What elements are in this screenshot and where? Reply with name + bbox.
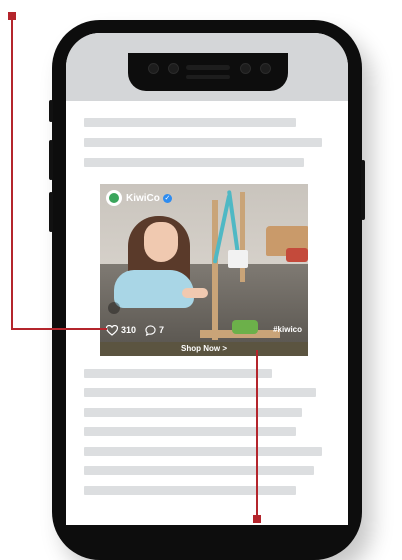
like-count: 310 [121, 325, 137, 335]
leaf-icon [109, 193, 119, 203]
placeholder-line [84, 486, 296, 495]
placeholder-line [84, 408, 302, 417]
comment-bubble-badge-icon [108, 302, 120, 314]
face-id-sensor [240, 63, 251, 74]
kiwico-logo-icon [106, 190, 122, 206]
placeholder-line [84, 447, 322, 456]
placeholder-line [84, 118, 296, 127]
verified-badge-icon: ✓ [162, 193, 172, 203]
phone-volume-up [49, 140, 53, 180]
ad-brand-header[interactable]: KiwiCo ✓ [106, 189, 172, 207]
callout-line-bottom [256, 350, 258, 518]
placeholder-line [84, 138, 322, 147]
front-camera [148, 63, 159, 74]
ad-image-rig-box [228, 250, 248, 268]
comment-count: 7 [159, 325, 165, 335]
placeholder-line [84, 388, 316, 397]
placeholder-line [84, 158, 304, 167]
earpiece-speaker [186, 65, 230, 70]
shop-now-button[interactable]: Shop Now > [100, 342, 308, 356]
ad-image-girl-arm [182, 288, 208, 298]
phone-notch [128, 53, 288, 91]
placeholder-line [84, 369, 272, 378]
ad-brand-name: KiwiCo [126, 192, 160, 204]
placeholder-line [84, 466, 314, 475]
ad-image-rig-post [212, 200, 218, 340]
engagement-bar: 310 7 [106, 323, 173, 337]
earpiece-speaker-lower [186, 75, 230, 79]
callout-line-horizontal [11, 328, 107, 330]
ad-image-rig-post [240, 192, 245, 282]
ad-image-toy [286, 248, 308, 262]
instagram-ad-card[interactable]: KiwiCo ✓ 310 7 #kiwico Shop Now > [100, 184, 308, 356]
callout-marker-bottom [253, 515, 261, 523]
proximity-sensor [168, 63, 179, 74]
phone-mute-switch [49, 100, 53, 122]
ambient-sensor [260, 63, 271, 74]
ad-image-rig-tray [232, 320, 258, 334]
heart-icon[interactable] [106, 324, 118, 336]
phone-volume-down [49, 192, 53, 232]
placeholder-line [84, 427, 296, 436]
callout-line-vertical [11, 16, 13, 330]
ad-hashtag[interactable]: #kiwico [273, 325, 302, 334]
ad-image-girl-face [144, 222, 178, 262]
comment-icon[interactable] [145, 324, 156, 336]
phone-power-button [361, 160, 365, 220]
